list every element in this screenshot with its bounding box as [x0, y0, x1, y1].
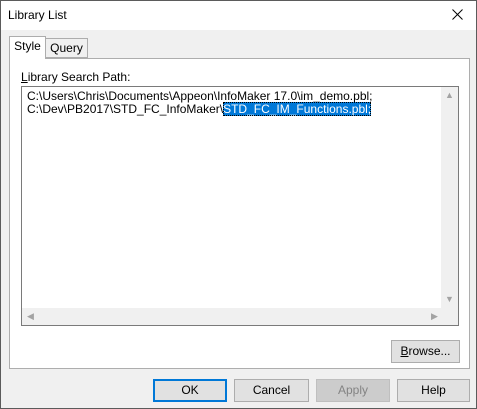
library-search-path-label: Library Search Path:	[21, 70, 130, 84]
browse-label: rowse...	[408, 344, 451, 358]
tab-style[interactable]: Style	[9, 36, 46, 59]
close-icon	[452, 9, 463, 20]
style-tab-panel: Library Search Path: C:\Users\Chris\Docu…	[9, 58, 470, 369]
path-text: C:\Users\Chris\Documents\Appeon\InfoMake…	[27, 90, 373, 116]
path-line-2: C:\Dev\PB2017\STD_FC_InfoMaker\	[27, 102, 224, 116]
scrollbar-corner	[441, 308, 458, 325]
help-button[interactable]: Help	[397, 379, 470, 402]
ok-button[interactable]: OK	[153, 379, 227, 402]
library-list-dialog: Library List Style Query Library Search …	[0, 0, 477, 409]
browse-button[interactable]: Browse...	[391, 340, 460, 363]
label-text: ibrary Search Path:	[27, 70, 131, 84]
path-line-1: C:\Users\Chris\Documents\Appeon\InfoMake…	[27, 89, 373, 103]
apply-button[interactable]: Apply	[316, 379, 390, 402]
close-button[interactable]	[440, 1, 476, 30]
library-search-path-field[interactable]: C:\Users\Chris\Documents\Appeon\InfoMake…	[21, 86, 459, 326]
label-accelerator: L	[21, 70, 28, 84]
window-title: Library List	[8, 8, 67, 22]
arrow-up-icon[interactable]: ▲	[441, 87, 458, 104]
tab-query[interactable]: Query	[45, 38, 88, 58]
browse-accelerator: B	[400, 344, 409, 358]
selected-path-text: STD_FC_IM_Functions.pbl;	[223, 102, 372, 116]
horizontal-scrollbar[interactable]: ◀ ▶	[22, 308, 443, 325]
title-bar[interactable]: Library List	[1, 1, 476, 30]
cancel-button[interactable]: Cancel	[234, 379, 309, 402]
vertical-scrollbar[interactable]: ▲ ▼	[441, 87, 458, 308]
arrow-down-icon[interactable]: ▼	[441, 291, 458, 308]
arrow-left-icon[interactable]: ◀	[22, 308, 39, 325]
